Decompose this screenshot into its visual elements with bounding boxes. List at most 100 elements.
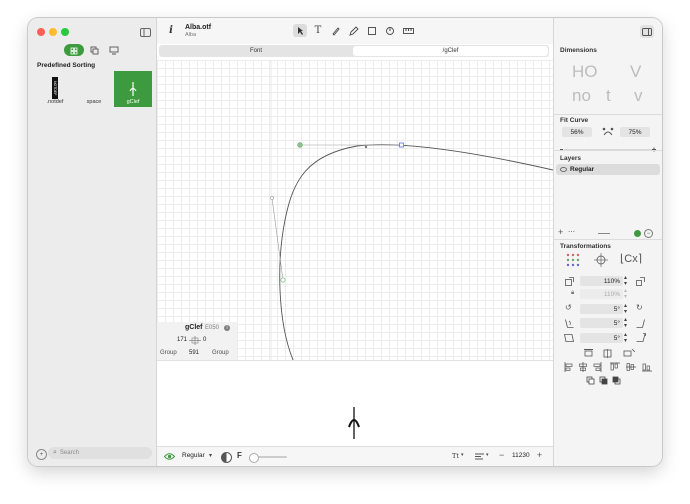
glyph-outline (270, 60, 553, 360)
glyph-cell-gclef[interactable]: gClef (114, 71, 152, 107)
crosshair-icon[interactable] (594, 253, 608, 267)
pen-tool-icon[interactable] (329, 24, 343, 37)
measure-tool-icon[interactable] (401, 24, 415, 37)
rotate-ccw-icon[interactable]: ↺ (565, 303, 572, 312)
skew-field[interactable]: 5° (580, 318, 623, 328)
chevron-down-icon[interactable]: ▾ (461, 452, 464, 458)
skew-stepper[interactable]: ▴ ▾ (624, 317, 627, 329)
rotate-tool-icon[interactable] (383, 24, 397, 37)
file-name: Alba.otf (185, 24, 212, 31)
layer-menu-icon[interactable]: ⋯ (568, 228, 575, 236)
sidebar-toggle-icon[interactable] (139, 26, 151, 38)
info-icon[interactable]: i (165, 24, 177, 36)
remove-layer-icon[interactable]: − (644, 229, 653, 238)
glyph-edit-canvas[interactable] (157, 60, 553, 360)
add-layer-button[interactable]: + (558, 227, 563, 237)
right-sidebearing[interactable]: 0 (203, 337, 206, 343)
layer-row-regular[interactable]: Regular (556, 164, 660, 175)
align-row-icons[interactable] (564, 362, 654, 372)
grid-view-button[interactable] (64, 44, 84, 56)
slider-thumb[interactable] (249, 453, 259, 463)
gclef-glyph-preview (129, 82, 137, 96)
glyph-name: gClef (185, 324, 203, 331)
lock-icon[interactable]: 🔒︎ (571, 290, 574, 297)
text-size-button[interactable]: Tt (452, 452, 459, 460)
glyph-info-box: gClef E050 i 171 0 Group 591 Group (157, 322, 237, 360)
dim-sample-v: V (630, 62, 642, 81)
slant-stepper[interactable]: ▴ ▾ (624, 332, 627, 344)
dim-sample-t: t (606, 86, 611, 105)
pencil-tool-icon[interactable] (347, 24, 361, 37)
add-filter-icon[interactable]: + (36, 449, 47, 460)
zoom-window-button[interactable] (61, 28, 69, 36)
glyph-cell-label: space (86, 99, 102, 105)
glyph-cell-space[interactable]: space (75, 71, 113, 109)
tab-gclef[interactable]: /gClef (353, 46, 548, 56)
dimensions-preview: HO V no t v (562, 58, 658, 114)
dim-sample-no: no (572, 86, 591, 105)
inspector-toggle-icon[interactable] (640, 25, 654, 38)
text-tool-icon[interactable]: T (311, 24, 325, 37)
layer-icon (560, 167, 567, 172)
distribute-row-icons[interactable] (584, 349, 638, 358)
transform-selection-text: Cx (624, 253, 638, 265)
skew-left-icon[interactable] (565, 319, 574, 328)
scale-y-stepper[interactable]: ▴ ▾ (624, 288, 627, 300)
align-icon[interactable] (475, 453, 484, 460)
scale-apply-icon[interactable] (636, 277, 645, 286)
glyph-unicode: E050 (205, 325, 220, 331)
preview-view-icon[interactable] (106, 44, 122, 56)
list-view-icon[interactable] (86, 44, 102, 56)
boolean-ops-icons[interactable] (586, 376, 626, 386)
origin-grid-icon[interactable] (566, 253, 580, 267)
zoom-out-button[interactable]: − (499, 450, 504, 460)
slant-field[interactable]: 5° (580, 333, 623, 343)
left-kerning-group[interactable]: Group (160, 350, 177, 356)
fit-curve-ticks[interactable] (560, 139, 656, 152)
chevron-down-icon[interactable]: ▾ (486, 452, 489, 458)
features-button[interactable]: F (237, 451, 242, 460)
skew-right-icon[interactable] (636, 319, 645, 328)
transform-selection-button[interactable]: ⌊Cx⌉ (620, 252, 642, 265)
layer-active-dot[interactable] (634, 230, 641, 237)
color-mode-icon[interactable] (221, 452, 232, 463)
family-name: Alba (185, 32, 197, 38)
scale-stepper[interactable]: ▴ ▾ (624, 275, 627, 287)
fit-curve-title: Fit Curve (560, 117, 589, 124)
scale-y-field[interactable]: 110% (580, 289, 623, 299)
scale-x-field[interactable]: 110% (580, 276, 623, 286)
handle-point-blue (399, 142, 404, 148)
select-tool-button[interactable] (293, 24, 307, 37)
rotate-cw-icon[interactable]: ↻ (636, 303, 643, 312)
handle-point (270, 196, 274, 200)
glyph-width[interactable]: 591 (189, 350, 199, 356)
layers-title: Layers (560, 155, 581, 162)
left-sidebearing[interactable]: 171 (177, 337, 187, 343)
app-window: Predefined Sorting NOTDEF .notdef space … (28, 18, 662, 466)
fit-curve-right-field[interactable]: 75% (620, 127, 650, 137)
rotate-field[interactable]: 5° (580, 304, 623, 314)
minimize-window-button[interactable] (49, 28, 57, 36)
fit-curve-icon[interactable] (602, 127, 614, 137)
tab-bar: Font /gClef (159, 45, 549, 57)
info-circle-icon[interactable]: i (224, 325, 230, 331)
close-window-button[interactable] (37, 28, 45, 36)
glyph-cell-notdef[interactable]: NOTDEF .notdef (36, 71, 74, 109)
eye-icon[interactable] (164, 452, 175, 461)
zoom-value[interactable]: 11230 (512, 452, 530, 459)
zoom-in-button[interactable]: + (537, 450, 542, 460)
view-mode-control (64, 44, 124, 56)
master-selector[interactable]: Regular (182, 452, 205, 459)
notdef-glyph-preview: NOTDEF (52, 77, 58, 99)
editor-area: i Alba.otf Alba T Font /gClef gClef E050… (157, 18, 553, 466)
shape-tool-icon[interactable] (365, 24, 379, 37)
slant-left-icon[interactable] (564, 334, 574, 342)
search-field[interactable]: ⌕ Search (48, 447, 152, 459)
fit-curve-left-field[interactable]: 56% (562, 127, 592, 137)
rotate-stepper[interactable]: ▴ ▾ (624, 303, 627, 315)
slant-right-icon[interactable] (636, 333, 646, 342)
right-kerning-group[interactable]: Group (212, 350, 229, 356)
tab-font[interactable]: Font (159, 45, 353, 57)
chevron-down-icon[interactable]: ▾ (209, 452, 212, 459)
size-slider[interactable] (249, 453, 287, 463)
